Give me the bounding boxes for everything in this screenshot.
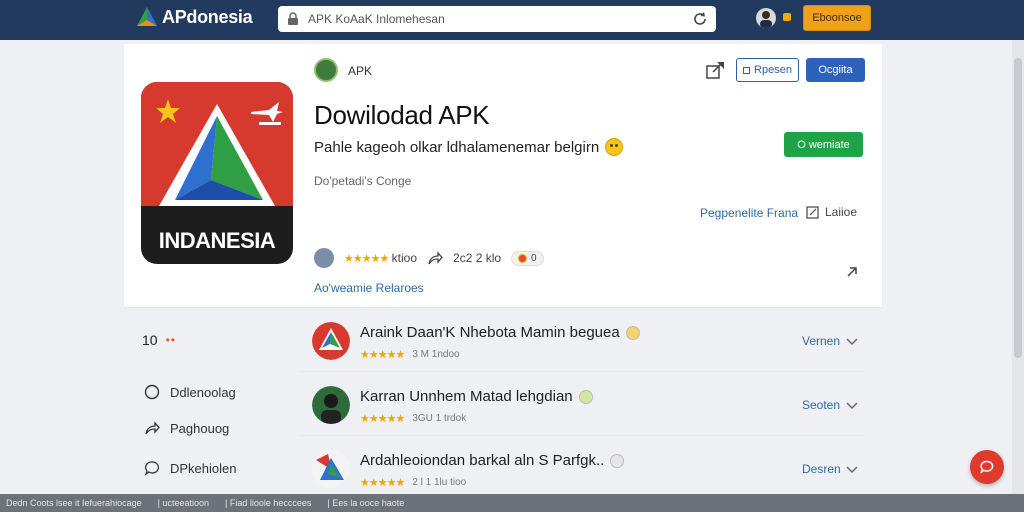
list-item-thumbnail — [312, 322, 350, 360]
chat-button[interactable] — [970, 450, 1004, 484]
chat-bubble-icon — [980, 460, 994, 474]
reopen-button[interactable]: Rpesen — [736, 58, 799, 82]
chevron-down-icon[interactable] — [846, 465, 858, 475]
list-item-title-text: Karran Unnhem Matad lehgdian — [360, 388, 573, 405]
site-logo[interactable]: APdonesia — [136, 6, 253, 28]
lock-icon — [288, 12, 298, 25]
edit-icon — [806, 205, 819, 219]
list-item-meta: ★★★★★ 3GU 1 trdok — [360, 412, 466, 425]
triangle-logo-icon — [312, 450, 350, 488]
related-apps-list: Araink Daan'K Nhebota Mamin beguea ★★★★★… — [300, 310, 864, 496]
app-icon-text: INDANESIA — [158, 228, 276, 253]
page-title: Dowilodad APK — [314, 100, 490, 130]
reload-icon[interactable] — [692, 11, 708, 27]
developer-avatar[interactable] — [314, 58, 338, 82]
details-link[interactable]: Pegpenelite Frana — [700, 206, 798, 220]
arrow-up-right-icon[interactable] — [845, 265, 859, 279]
sidebar-heading-dots: •• — [165, 333, 176, 347]
share-arrow-icon — [145, 421, 160, 435]
sidebar-heading-text: 10 — [142, 332, 158, 348]
list-item-thumbnail — [312, 386, 350, 424]
developer-name[interactable]: APK — [348, 64, 372, 78]
reopen-button-label: Rpesen — [754, 64, 792, 76]
reviewer-avatar — [314, 248, 334, 268]
logo-triangle-icon — [137, 7, 157, 26]
share-icon[interactable] — [704, 60, 726, 80]
smile-emoji-icon — [610, 453, 625, 468]
edit-link-label: Laiioe — [825, 205, 858, 219]
app-meta: Do'petadi's Conge — [314, 174, 412, 188]
notification-icon[interactable] — [783, 13, 791, 21]
more-link[interactable]: Ao'weamie Relaroes — [314, 281, 424, 295]
list-item-meta: ★★★★★ 3 M 1ndoo — [360, 348, 460, 361]
smile-emoji-icon — [578, 389, 593, 404]
list-item-stars: ★★★★★ — [360, 413, 405, 425]
status-bar: Dedn Coots lsee it Iefuerahiocage | ucte… — [0, 494, 1024, 512]
address-bar[interactable]: APK KoAaK Inlomehesan — [278, 6, 716, 32]
list-item-thumbnail — [312, 450, 350, 488]
status-segment: | Fiad lioole hecccees — [224, 498, 312, 508]
list-item-title: Araink Daan'K Nhebota Mamin beguea — [360, 324, 640, 341]
list-item-title-text: Ardahleoiondan barkal aln S Parfgk.. — [360, 452, 605, 469]
list-item-action[interactable]: Vernen — [802, 334, 840, 348]
sidebar-item-label: Paghouog — [170, 420, 230, 436]
install-button[interactable]: O wemiate — [784, 132, 863, 157]
circle-icon — [144, 384, 160, 400]
app-icon: INDANESIA — [141, 82, 293, 264]
list-item-meta: ★★★★★ 2 l 1 1lu tioo — [360, 476, 466, 489]
list-item-meta-text: 3GU 1 trdok — [412, 413, 467, 424]
triangle-logo-icon — [159, 104, 275, 206]
app-stats: ★★★★★ ktioo 2c2 2 klo 0 — [314, 248, 544, 268]
list-item-meta-text: 2 l 1 1lu tioo — [412, 477, 467, 488]
list-item-action[interactable]: Desren — [802, 462, 841, 476]
list-item-title-text: Araink Daan'K Nhebota Mamin beguea — [360, 324, 620, 341]
sidebar-item-3[interactable]: DPkehiolen — [144, 460, 237, 476]
scrollbar-thumb[interactable] — [1014, 58, 1022, 358]
badge-value: 0 — [531, 252, 537, 264]
triangle-logo-icon — [312, 322, 350, 360]
chevron-down-icon[interactable] — [846, 401, 858, 411]
rating-stars: ★★★★★ — [344, 253, 389, 265]
smile-emoji-icon — [625, 325, 640, 340]
app-subtitle-text: Pahle kageoh olkar ldhalamenemar belgirn — [314, 138, 600, 156]
share-arrow-icon[interactable] — [427, 250, 443, 266]
list-item[interactable]: Araink Daan'K Nhebota Mamin beguea ★★★★★… — [300, 310, 864, 372]
chat-bubble-icon — [144, 461, 160, 476]
status-segment: Dedn Coots lsee it Iefuerahiocage — [6, 498, 142, 508]
sidebar-item-label: Ddlenoolag — [170, 384, 236, 400]
logo-text: APdonesia — [162, 6, 253, 27]
list-item-title: Ardahleoiondan barkal aln S Parfgk.. — [360, 452, 625, 469]
sidebar-item-2[interactable]: Paghouog — [144, 420, 229, 436]
sidebar-item-label: DPkehiolen — [170, 460, 237, 476]
rating: ★★★★★ ktioo — [344, 251, 417, 265]
list-item-title: Karran Unnhem Matad lehgdian — [360, 388, 593, 405]
user-avatar[interactable] — [756, 8, 776, 28]
top-navigation-bar: APdonesia APK KoAaK Inlomehesan Eboonsoe — [0, 0, 1024, 40]
primary-action-button[interactable]: Ocgiita — [806, 58, 865, 82]
download-count: 2c2 2 klo — [453, 251, 502, 265]
rating-label: ktioo — [391, 251, 418, 265]
url-text: APK KoAaK Inlomehesan — [308, 12, 445, 26]
list-item-stars: ★★★★★ — [360, 477, 405, 489]
sidebar-heading: 10 •• — [142, 332, 176, 348]
header-cta-button[interactable]: Eboonsoe — [803, 5, 871, 31]
page-scrollbar[interactable] — [1012, 40, 1024, 494]
person-icon — [312, 386, 350, 424]
square-icon — [743, 66, 751, 74]
chevron-down-icon[interactable] — [846, 337, 858, 347]
list-item-meta-text: 3 M 1ndoo — [412, 349, 460, 360]
badge-pill: 0 — [511, 250, 544, 266]
list-item[interactable]: Karran Unnhem Matad lehgdian ★★★★★ 3GU 1… — [300, 374, 864, 436]
edit-link[interactable]: Laiioe — [806, 205, 857, 219]
badge-dot-icon — [518, 253, 528, 263]
list-item-stars: ★★★★★ — [360, 349, 405, 361]
person-icon — [760, 11, 772, 28]
smile-emoji-icon — [605, 138, 624, 156]
list-item-action[interactable]: Seoten — [802, 398, 840, 412]
status-segment: | ucteeatioon — [157, 498, 209, 508]
sidebar-item-1[interactable]: Ddlenoolag — [144, 384, 236, 400]
app-subtitle: Pahle kageoh olkar ldhalamenemar belgirn — [314, 138, 624, 156]
status-segment: | Ees la ooce haote — [327, 498, 405, 508]
list-item[interactable]: Ardahleoiondan barkal aln S Parfgk.. ★★★… — [300, 438, 864, 500]
